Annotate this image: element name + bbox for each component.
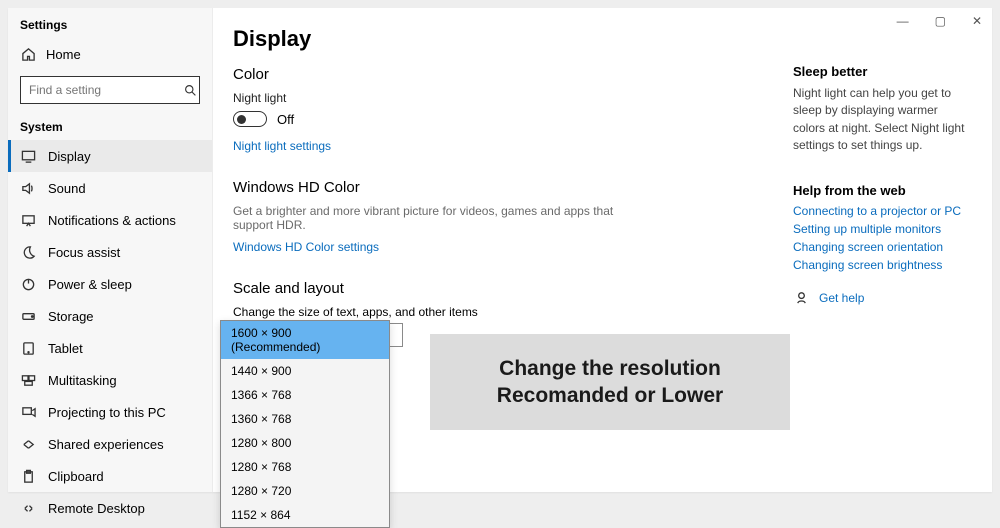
section-color-heading: Color [233,66,793,83]
resolution-option[interactable]: 1440 × 900 [221,359,389,383]
sidebar-item-shared-experiences[interactable]: Shared experiences [8,428,212,460]
sidebar-item-focus-assist[interactable]: Focus assist [8,236,212,268]
clipboard-icon [20,468,36,484]
sidebar-item-label: Display [48,149,91,164]
sidebar-item-multitasking[interactable]: Multitasking [8,364,212,396]
shared-icon [20,436,36,452]
help-from-web-heading: Help from the web [793,183,973,198]
sidebar-item-label: Projecting to this PC [48,405,166,420]
sidebar-item-clipboard[interactable]: Clipboard [8,460,212,492]
sidebar-item-label: Remote Desktop [48,501,145,516]
help-link-orientation[interactable]: Changing screen orientation [793,240,973,254]
sidebar-item-label: Multitasking [48,373,117,388]
storage-icon [20,308,36,324]
search-box[interactable] [20,76,200,104]
notifications-icon [20,212,36,228]
home-icon [20,46,36,62]
tablet-icon [20,340,36,356]
help-link-projector[interactable]: Connecting to a projector or PC [793,204,973,218]
project-icon [20,404,36,420]
sidebar-item-label: Clipboard [48,469,104,484]
monitor-icon [20,148,36,164]
sidebar-item-label: Notifications & actions [48,213,176,228]
page-title: Display [233,26,793,52]
home-label: Home [46,47,81,62]
night-light-state: Off [277,112,294,127]
scale-field-label: Change the size of text, apps, and other… [233,305,793,319]
multitasking-icon [20,372,36,388]
resolution-option[interactable]: 1360 × 768 [221,407,389,431]
section-hd-heading: Windows HD Color [233,179,793,196]
help-links: Connecting to a projector or PC Setting … [793,204,973,272]
resolution-option[interactable]: 1280 × 800 [221,431,389,455]
resolution-option[interactable]: 1366 × 768 [221,383,389,407]
get-help-row[interactable]: Get help [793,290,973,306]
app-title: Settings [8,18,212,38]
power-icon [20,276,36,292]
search-input[interactable] [29,83,184,97]
sidebar-item-label: Power & sleep [48,277,132,292]
resolution-option[interactable]: 1280 × 720 [221,479,389,503]
sidebar-item-notifications[interactable]: Notifications & actions [8,204,212,236]
sidebar-item-label: Storage [48,309,94,324]
hd-desc: Get a brighter and more vibrant picture … [233,204,653,232]
hd-settings-link[interactable]: Windows HD Color settings [233,240,379,254]
night-light-settings-link[interactable]: Night light settings [233,139,331,153]
resolution-option[interactable]: 1280 × 768 [221,455,389,479]
help-link-monitors[interactable]: Setting up multiple monitors [793,222,973,236]
sidebar-item-label: Tablet [48,341,83,356]
sidebar-item-label: Focus assist [48,245,120,260]
night-light-toggle-row: Off [233,111,793,127]
sleep-better-heading: Sleep better [793,64,973,79]
get-help-link[interactable]: Get help [819,291,864,305]
help-icon [793,290,809,306]
annotation-note: Change the resolution Recomanded or Lowe… [430,334,790,430]
sidebar-item-tablet[interactable]: Tablet [8,332,212,364]
search-icon [184,82,197,98]
sidebar-item-sound[interactable]: Sound [8,172,212,204]
remote-icon [20,500,36,516]
sidebar-item-projecting[interactable]: Projecting to this PC [8,396,212,428]
night-light-label: Night light [233,91,793,105]
resolution-option[interactable]: 1600 × 900 (Recommended) [221,321,389,359]
sidebar-item-power-sleep[interactable]: Power & sleep [8,268,212,300]
resolution-dropdown[interactable]: 1600 × 900 (Recommended) 1440 × 900 1366… [220,320,390,528]
resolution-option[interactable]: 1152 × 864 [221,503,389,527]
help-link-brightness[interactable]: Changing screen brightness [793,258,973,272]
home-button[interactable]: Home [8,38,212,70]
right-pane: Sleep better Night light can help you ge… [793,8,993,492]
sidebar: Settings Home System Display So [8,8,213,492]
sidebar-item-label: Shared experiences [48,437,164,452]
sound-icon [20,180,36,196]
sidebar-item-remote-desktop[interactable]: Remote Desktop [8,492,212,524]
night-light-toggle[interactable] [233,111,267,127]
sidebar-nav: Display Sound Notifications & actions Fo… [8,140,212,524]
sidebar-item-label: Sound [48,181,86,196]
sidebar-item-display[interactable]: Display [8,140,212,172]
section-scale-heading: Scale and layout [233,280,793,297]
moon-icon [20,244,36,260]
sidebar-group-system: System [8,112,212,140]
sidebar-item-storage[interactable]: Storage [8,300,212,332]
sleep-better-body: Night light can help you get to sleep by… [793,85,973,155]
